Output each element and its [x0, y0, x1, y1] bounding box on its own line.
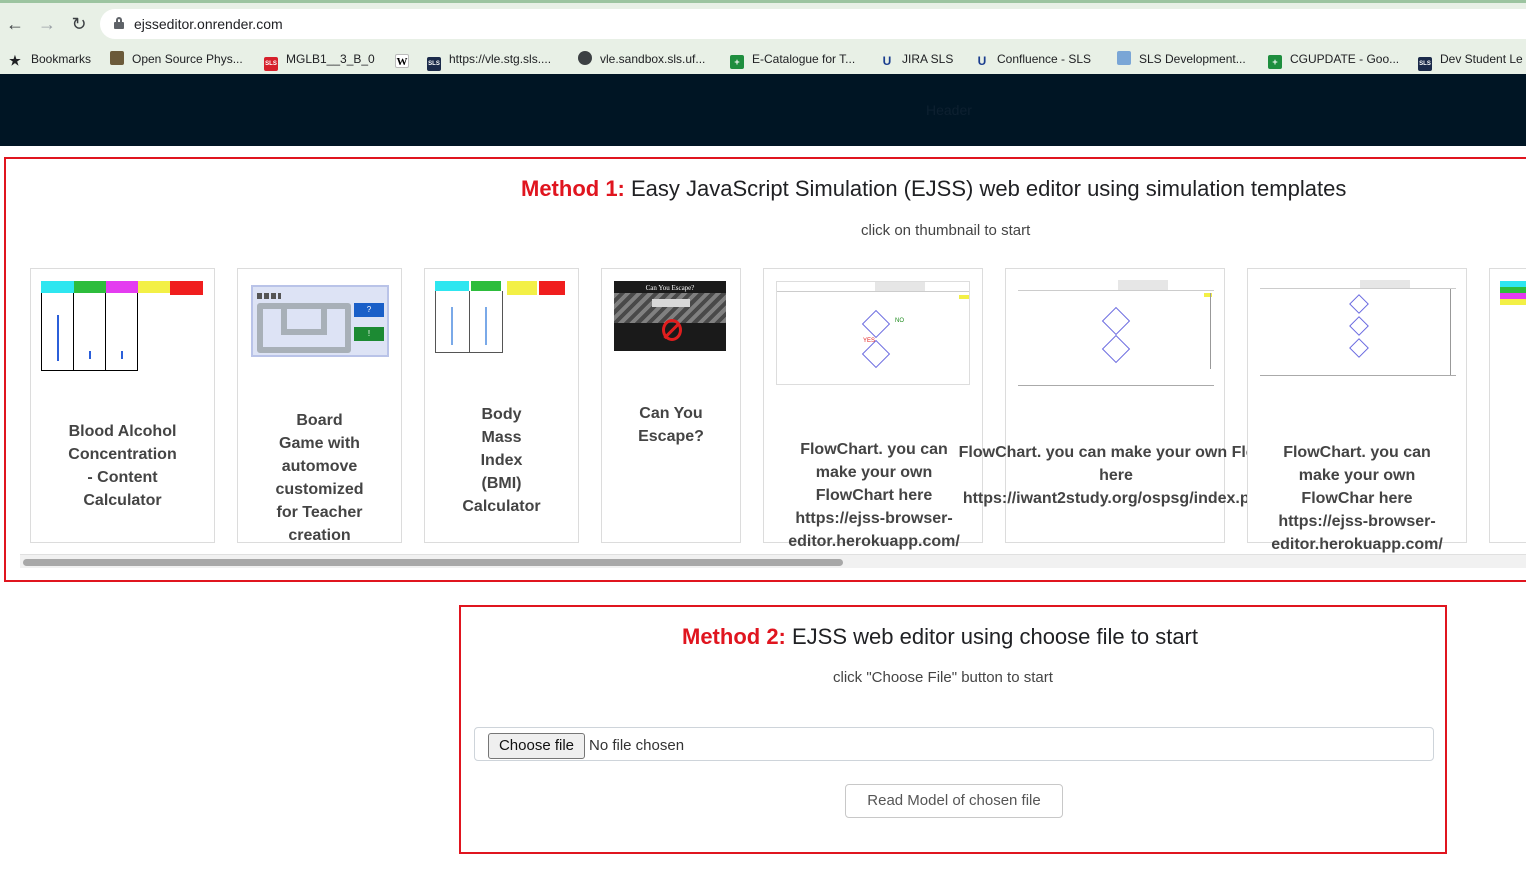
template-card-can-you-escape[interactable]: Can You Escape? Can You Escape?: [601, 268, 741, 543]
card-label: Blood Alcohol Concentration - Content Ca…: [68, 423, 177, 509]
bookmark-label: https://vle.stg.sls....: [449, 52, 552, 66]
template-card-flowchart-3[interactable]: FlowChart. you can make your own FlowCha…: [1247, 268, 1467, 553]
method2-title-prefix: Method 2:: [682, 624, 786, 649]
address-bar[interactable]: ejsseditor.onrender.com: [100, 9, 1526, 39]
board-game-thumbnail: ? !: [251, 285, 389, 357]
lock-icon: [114, 17, 124, 29]
url-text: ejsseditor.onrender.com: [134, 16, 283, 32]
template-card-bmi[interactable]: Body Mass Index (BMI) Calculator: [424, 268, 579, 543]
method1-title: Method 1: Easy JavaScript Simulation (EJ…: [521, 176, 1346, 202]
globe-icon: [578, 51, 592, 65]
method1-title-prefix: Method 1:: [521, 176, 625, 201]
scrollbar-thumb[interactable]: [23, 559, 843, 566]
card-label: Body Mass Index (BMI) Calculator: [462, 406, 541, 515]
card-label: FlowChart. you can make your own FlowCha…: [1271, 444, 1443, 553]
method2-subtitle: click "Choose File" button to start: [833, 669, 1053, 686]
reload-icon[interactable]: ↻: [68, 13, 90, 35]
star-icon: ★: [9, 53, 21, 68]
method2-title-text: EJSS web editor using choose file to sta…: [785, 624, 1198, 649]
bookmark-e-catalogue[interactable]: + E-Catalogue for T...: [730, 50, 856, 69]
sls-icon: SLS: [1418, 57, 1432, 71]
template-card-partial[interactable]: [1489, 268, 1526, 543]
method2-title: Method 2: EJSS web editor using choose f…: [682, 624, 1198, 650]
method2-section: Method 2: EJSS web editor using choose f…: [459, 605, 1447, 854]
method1-subtitle: click on thumbnail to start: [861, 222, 1031, 239]
sls-shield-icon: SLS: [264, 57, 278, 71]
back-arrow-icon[interactable]: ←: [4, 13, 26, 35]
blood-alcohol-thumbnail: [41, 281, 203, 371]
bookmark-open-source-physics[interactable]: Open Source Phys...: [110, 50, 243, 68]
can-you-escape-thumbnail: Can You Escape?: [614, 281, 726, 351]
u-icon: U: [882, 54, 892, 68]
flowchart-2-thumbnail: [1018, 279, 1214, 389]
bookmark-confluence-sls[interactable]: U Confluence - SLS: [975, 50, 1091, 68]
method1-title-text: Easy JavaScript Simulation (EJSS) web ed…: [624, 176, 1347, 201]
bookmark-cgupdate[interactable]: + CGUPDATE - Goo...: [1268, 50, 1400, 69]
template-card-flowchart-2[interactable]: FlowChart. you can make your own Flow( h…: [959, 268, 1273, 543]
avatar-icon: [110, 51, 124, 65]
bookmark-wikipedia[interactable]: W: [395, 50, 417, 68]
bookmark-dev-student[interactable]: SLS Dev Student Le: [1418, 50, 1523, 71]
templates-horizontal-scrollbar[interactable]: [20, 554, 1526, 568]
bookmark-label: Bookmarks: [31, 52, 92, 66]
bookmark-mglb1[interactable]: SLS MGLB1__3_B_0: [264, 50, 375, 71]
bookmark-label: JIRA SLS: [902, 52, 954, 66]
card-label: FlowChart. you can make your own Flow( h…: [958, 444, 1274, 507]
flow-yes-text: YES: [863, 338, 876, 344]
file-status-text: No file chosen: [589, 737, 685, 754]
sls-icon: SLS: [427, 57, 441, 71]
card-label: Can You Escape?: [638, 405, 704, 445]
bmi-thumbnail: [435, 281, 567, 355]
bookmark-label: SLS Development...: [1139, 52, 1246, 66]
bookmark-vle-sandbox[interactable]: vle.sandbox.sls.uf...: [578, 50, 705, 68]
sheets-icon: +: [1268, 55, 1282, 69]
browser-toolbar: ← → ↻ ejsseditor.onrender.com: [0, 0, 1526, 44]
sheets-icon: +: [730, 55, 744, 69]
bookmark-label: E-Catalogue for T...: [752, 52, 856, 66]
flowchart-1-thumbnail: NO YES: [776, 281, 970, 385]
file-input[interactable]: Choose file No file chosen: [474, 727, 1434, 761]
card-label: Board Game with automove customized for …: [275, 412, 364, 544]
template-card-board-game[interactable]: ? ! Board Game with automove customized …: [237, 268, 402, 544]
bookmark-sls-development[interactable]: SLS Development...: [1117, 50, 1246, 68]
choose-file-button[interactable]: Choose file: [488, 733, 585, 759]
bookmark-label: vle.sandbox.sls.uf...: [600, 52, 706, 66]
wikipedia-icon: W: [395, 54, 409, 68]
flowchart-3-thumbnail: [1260, 279, 1456, 387]
page-header: Header: [0, 74, 1526, 146]
bookmark-label: Open Source Phys...: [132, 52, 243, 66]
bookmark-label: MGLB1__3_B_0: [286, 52, 375, 66]
ship-icon: [1117, 51, 1131, 65]
bookmark-vle-stg[interactable]: SLS https://vle.stg.sls....: [427, 50, 552, 71]
template-card-blood-alcohol[interactable]: Blood Alcohol Concentration - Content Ca…: [30, 268, 215, 543]
bookmark-label: CGUPDATE - Goo...: [1290, 52, 1400, 66]
u-icon: U: [977, 54, 987, 68]
bookmark-bookmarks[interactable]: ★ Bookmarks: [9, 50, 91, 68]
method1-section: Method 1: Easy JavaScript Simulation (EJ…: [4, 157, 1526, 582]
bookmark-jira-sls[interactable]: U JIRA SLS: [880, 50, 954, 68]
bookmark-label: Confluence - SLS: [997, 52, 1092, 66]
flow-no-text: NO: [895, 318, 904, 324]
partial-card-thumbnail: [1500, 281, 1526, 315]
bookmark-label: Dev Student Le: [1440, 52, 1523, 66]
forward-arrow-icon[interactable]: →: [36, 13, 58, 35]
escape-thumb-title: Can You Escape?: [645, 284, 695, 292]
bookmarks-bar: ★ Bookmarks Open Source Phys... SLS MGLB1_…: [0, 44, 1526, 74]
read-model-button[interactable]: Read Model of chosen file: [845, 784, 1063, 818]
header-text: Header: [926, 102, 972, 118]
